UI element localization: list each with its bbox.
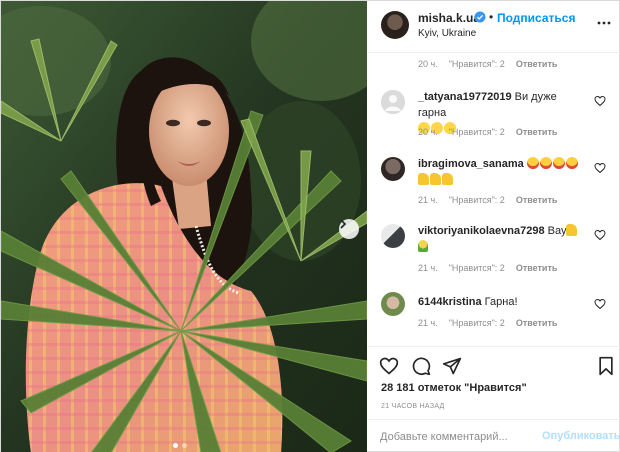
more-options-icon[interactable] — [596, 15, 612, 31]
reply-button[interactable]: Ответить — [516, 263, 558, 273]
comment-meta: 21 ч. "Нравится": 2 Ответить — [418, 263, 557, 273]
emoji-bouquet — [418, 240, 428, 252]
post-header: misha.k.ua • Подписаться Kyiv, Ukraine — [368, 1, 620, 53]
emoji-heart-eyes — [552, 157, 565, 169]
commenter-avatar[interactable] — [381, 224, 405, 248]
comments-list[interactable]: 20 ч. "Нравится": 2 Ответить _tatyana197… — [368, 53, 620, 345]
share-icon[interactable] — [442, 356, 462, 376]
reply-button[interactable]: Ответить — [516, 127, 558, 137]
comment-likes[interactable]: "Нравится": 2 — [449, 263, 505, 273]
reply-button[interactable]: Ответить — [516, 318, 558, 328]
commenter-avatar[interactable] — [381, 292, 405, 316]
heart-icon[interactable] — [379, 356, 399, 376]
comment-meta: 20 ч. "Нравится": 2 Ответить — [418, 127, 557, 137]
heart-icon[interactable] — [594, 162, 606, 174]
comment-text: 6144kristina Гарна! — [418, 294, 586, 310]
post-side-panel: misha.k.ua • Подписаться Kyiv, Ukraine 2… — [368, 1, 620, 452]
post-timestamp: 21 ЧАСОВ НАЗАД — [381, 403, 445, 410]
comment-body: Вау — [547, 225, 567, 237]
emoji-thumbs-up — [442, 173, 453, 185]
publish-button[interactable]: Опубликовать — [542, 430, 620, 442]
author-avatar[interactable] — [381, 11, 409, 39]
comment-likes[interactable]: "Нравится": 2 — [449, 195, 505, 205]
commenter-username[interactable]: viktoriyanikolaevna7298 — [418, 225, 545, 237]
reply-button[interactable]: Ответить — [516, 59, 558, 69]
emoji-heart-eyes — [565, 157, 578, 169]
comment-likes[interactable]: "Нравится": 2 — [449, 127, 505, 137]
comment-time: 21 ч. — [418, 263, 438, 273]
emoji-heart-eyes — [526, 157, 539, 169]
post-location[interactable]: Kyiv, Ukraine — [418, 28, 476, 39]
reply-button[interactable]: Ответить — [516, 195, 558, 205]
carousel-next-button[interactable] — [339, 219, 359, 239]
heart-icon[interactable] — [594, 298, 606, 310]
comment-meta: 21 ч. "Нравится": 2 Ответить — [418, 195, 557, 205]
emoji-thumbs-up — [566, 224, 578, 236]
comment-meta: 20 ч. "Нравится": 2 Ответить — [418, 59, 557, 69]
comment-text: ibragimova_sanama — [418, 156, 586, 188]
verified-badge-icon — [474, 11, 486, 23]
heart-icon[interactable] — [594, 95, 606, 107]
comment-input[interactable] — [380, 429, 530, 445]
author-username[interactable]: misha.k.ua — [418, 11, 480, 25]
instagram-post: misha.k.ua • Подписаться Kyiv, Ukraine 2… — [0, 0, 620, 452]
comment-time: 21 ч. — [418, 318, 438, 328]
comment-likes[interactable]: "Нравится": 2 — [449, 59, 505, 69]
carousel-dot-active — [173, 443, 178, 448]
emoji-thumbs-up — [430, 173, 441, 185]
emoji-thumbs-up — [418, 173, 429, 185]
commenter-username[interactable]: ibragimova_sanama — [418, 158, 524, 170]
comment-time: 21 ч. — [418, 195, 438, 205]
comment-likes[interactable]: "Нравится": 2 — [449, 318, 505, 328]
heart-icon[interactable] — [594, 229, 606, 241]
post-photo[interactable] — [1, 1, 367, 452]
comment-text: viktoriyanikolaevna7298 Вау — [418, 223, 586, 255]
bookmark-icon[interactable] — [596, 356, 616, 376]
emoji-heart-eyes — [539, 157, 552, 169]
likes-count[interactable]: 28 181 отметок "Нравится" — [381, 382, 527, 394]
default-avatar-icon — [381, 90, 405, 114]
commenter-avatar[interactable] — [381, 90, 405, 114]
commenter-avatar[interactable] — [381, 157, 405, 181]
commenter-username[interactable]: 6144kristina — [418, 296, 482, 308]
carousel-dot — [182, 443, 187, 448]
chevron-right-icon — [340, 219, 347, 229]
commenter-username[interactable]: _tatyana19772019 — [418, 91, 512, 103]
follow-button[interactable]: Подписаться — [497, 11, 575, 25]
comment-time: 20 ч. — [418, 59, 438, 69]
photo-illustration — [1, 1, 367, 452]
comment-icon[interactable] — [411, 356, 431, 376]
add-comment-bar: Опубликовать — [368, 419, 620, 452]
comment-meta: 21 ч. "Нравится": 2 Ответить — [418, 318, 557, 328]
header-separator: • — [489, 10, 494, 24]
carousel-indicator — [173, 443, 187, 448]
comment-body: Гарна! — [484, 296, 518, 308]
post-actions: 28 181 отметок "Нравится" 21 ЧАСОВ НАЗАД… — [368, 346, 620, 452]
comment-time: 20 ч. — [418, 127, 438, 137]
